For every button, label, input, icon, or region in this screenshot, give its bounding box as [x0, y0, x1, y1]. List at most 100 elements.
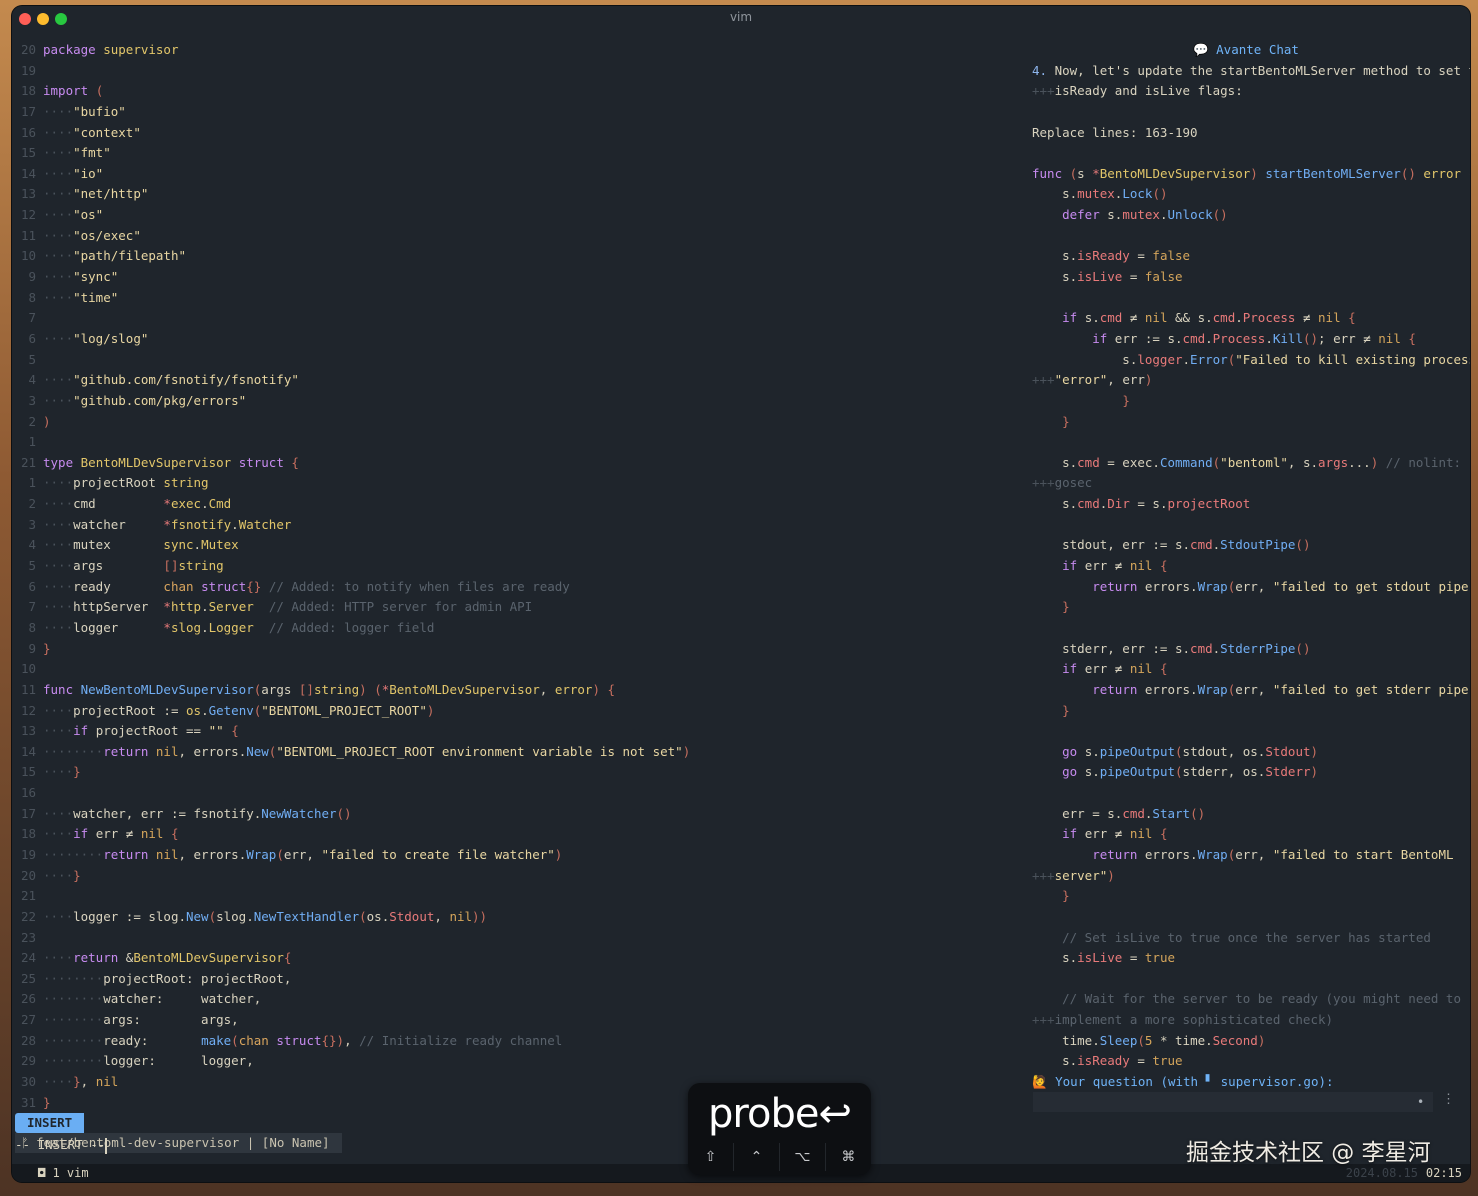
code-line: 13 ····if projectRoot == "" {: [12, 721, 1022, 742]
line-number: 12: [20, 207, 36, 223]
line-number: 8: [28, 289, 36, 305]
chat-send-dot[interactable]: •: [1417, 1095, 1424, 1109]
keystroke-overlay: probe↩ ⇧ ⌃ ⌥ ⌘: [688, 1083, 871, 1175]
line-number: 16: [20, 785, 36, 801]
line-number: 7: [28, 599, 36, 615]
control-key-icon: ⌃: [734, 1143, 780, 1171]
line-number: 31: [20, 1094, 36, 1110]
chat-line: }: [1062, 702, 1070, 718]
code-line: 9}: [12, 639, 1022, 660]
vim-command-line[interactable]: -- INSERT --: [15, 1135, 108, 1155]
chat-line: func (s *BentoMLDevSupervisor) startBent…: [1032, 165, 1470, 181]
code-text: import (: [43, 83, 104, 99]
code-line: 23: [12, 928, 1022, 949]
chat-line: [1032, 969, 1460, 990]
line-number: 1: [28, 434, 36, 450]
avante-chat-title: 💬 Avante Chat: [1193, 42, 1299, 57]
line-number: 11: [20, 227, 36, 243]
code-line: 19 ········return nil, errors.Wrap(err, "…: [12, 845, 1022, 866]
command-key-icon: ⌘: [841, 1149, 856, 1165]
code-line: 30 ····}, nil: [12, 1072, 1022, 1093]
code-text: }: [43, 640, 51, 656]
code-line: 19: [12, 61, 1022, 82]
line-number: 27: [20, 1012, 36, 1028]
code-text: ····"os/exec": [43, 227, 141, 243]
code-text: type BentoMLDevSupervisor struct {: [43, 454, 299, 470]
code-line: 11 ····"os/exec": [12, 226, 1022, 247]
code-line: 22 ····logger := slog.New(slog.NewTextHan…: [12, 907, 1022, 928]
chat-line: [1032, 515, 1460, 536]
code-text: ····"net/http": [43, 186, 149, 202]
code-line: 24 ····return &BentoMLDevSupervisor{: [12, 948, 1022, 969]
code-line: 11 func NewBentoMLDevSupervisor(args []st…: [12, 680, 1022, 701]
chat-question-label: 🙋 Your question (with ▘ supervisor.go):: [1032, 1074, 1334, 1090]
typed-word: probe: [708, 1091, 819, 1137]
code-text: ····}: [43, 764, 81, 780]
chat-line: 4. Now, let's update the startBentoMLSer…: [1032, 62, 1470, 78]
title-bar: vim: [12, 6, 1470, 30]
line-number: 21: [20, 454, 36, 470]
code-line: 27 ········args: args,: [12, 1010, 1022, 1031]
chat-line: // Wait for the server to be ready (you …: [1062, 991, 1461, 1007]
code-line: 6 ····"log/slog": [12, 329, 1022, 350]
command-line-text: -- INSERT --: [15, 1137, 106, 1152]
chat-line: [1032, 432, 1460, 453]
code-line: 18 import (: [12, 81, 1022, 102]
code-line: 28 ········ready: make(chan struct{}), //…: [12, 1031, 1022, 1052]
chat-line: s.isReady = false: [1032, 248, 1191, 264]
editor-buffer[interactable]: 20 package supervisor 19 18 import (17 ····"b…: [12, 40, 1022, 1113]
code-line: 4 ····mutex sync.Mutex: [12, 535, 1022, 556]
code-text: func NewBentoMLDevSupervisor(args []stri…: [43, 681, 616, 697]
avante-chat-pane[interactable]: 💬 Avante Chat 4. Now, let's update the s…: [1032, 40, 1470, 1093]
chat-line: }: [1062, 888, 1070, 904]
chat-line: s.mutex.Lock(): [1032, 186, 1168, 202]
shift-key-icon: ⇧: [688, 1143, 734, 1171]
code-line: 10 ····"path/filepath": [12, 246, 1022, 267]
line-number: 16: [20, 124, 36, 140]
chat-line: +++isReady and isLive flags:: [1032, 83, 1243, 99]
line-number: 6: [28, 330, 36, 346]
line-number: 5: [28, 558, 36, 574]
line-number: 23: [20, 929, 36, 945]
code-line: 1: [12, 432, 1022, 453]
chat-line: return errors.Wrap(err, "failed to get s…: [1092, 578, 1470, 594]
code-text: ····"github.com/pkg/errors": [43, 392, 247, 408]
code-text: ····"sync": [43, 269, 119, 285]
line-number: 11: [20, 681, 36, 697]
chat-line: go s.pipeOutput(stderr, os.Stderr): [1062, 764, 1319, 780]
code-line: 9 ····"sync": [12, 267, 1022, 288]
code-line: 2 ····cmd *exec.Cmd: [12, 494, 1022, 515]
line-number: 3: [28, 516, 36, 532]
chat-line: }: [1062, 599, 1070, 615]
code-line: 5 ····args []string: [12, 556, 1022, 577]
code-text: ····logger *slog.Logger // Added: logger…: [43, 619, 435, 635]
more-options-icon[interactable]: ⋮: [1442, 1092, 1455, 1107]
code-line: 6 ····ready chan struct{} // Added: to no…: [12, 577, 1022, 598]
code-line: 18 ····if err ≠ nil {: [12, 824, 1022, 845]
code-text: ····projectRoot := os.Getenv("BENTOML_PR…: [43, 702, 435, 718]
code-text: ····return &BentoMLDevSupervisor{: [43, 950, 292, 966]
line-number: 12: [20, 702, 36, 718]
code-text: ····cmd *exec.Cmd: [43, 496, 232, 512]
return-key-icon: ↩: [818, 1091, 852, 1137]
code-line: 26 ········watcher: watcher,: [12, 989, 1022, 1010]
code-line: 21: [12, 886, 1022, 907]
chat-line: [1032, 288, 1460, 309]
chat-line: s.isLive = false: [1032, 269, 1183, 285]
code-text: ········args: args,: [43, 1012, 239, 1028]
line-number: 19: [20, 62, 36, 78]
tmux-window-tab[interactable]: ◘ 1 vim: [38, 1164, 89, 1182]
code-text: ····mutex sync.Mutex: [43, 537, 239, 553]
code-text: ····if err ≠ nil {: [43, 826, 179, 842]
code-line: 7: [12, 308, 1022, 329]
chat-line: // Set isLive to true once the server ha…: [1062, 929, 1431, 945]
code-text: ····logger := slog.New(slog.NewTextHandl…: [43, 908, 488, 924]
chat-question-input[interactable]: [1033, 1092, 1433, 1112]
chat-line: if err := s.cmd.Process.Kill(); err ≠ ni…: [1092, 330, 1416, 346]
line-number: 26: [20, 991, 36, 1007]
code-text: ····"io": [43, 165, 104, 181]
chat-line: if err ≠ nil {: [1062, 826, 1168, 842]
line-number: 20: [20, 42, 36, 57]
chat-line: if s.cmd ≠ nil && s.cmd.Process ≠ nil {: [1062, 310, 1356, 326]
line-number: 9: [28, 269, 36, 285]
